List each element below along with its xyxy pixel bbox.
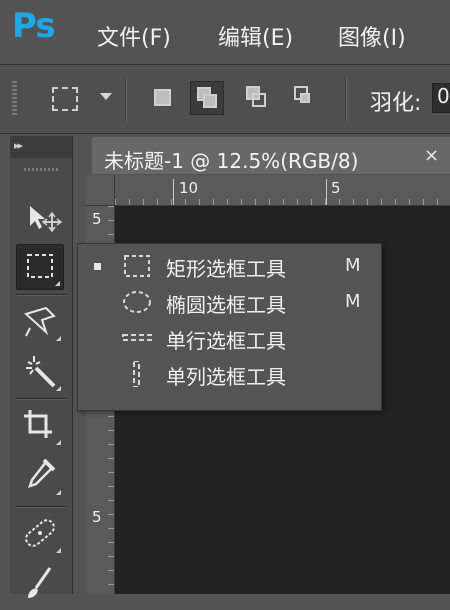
flyout-item-rectangular-marquee[interactable]: 矩形选框工具 M bbox=[78, 248, 381, 284]
intersect-selection-icon-front bbox=[300, 93, 310, 103]
menu-bar: Ps 文件(F) 编辑(E) 图像(I) bbox=[0, 0, 450, 65]
options-divider bbox=[125, 77, 126, 121]
subtract-from-selection-button[interactable] bbox=[240, 81, 274, 115]
tool-group-indicator bbox=[56, 490, 61, 495]
tools-panel-grip[interactable] bbox=[24, 168, 58, 171]
flyout-item-label: 单行选框工具 bbox=[166, 329, 286, 353]
lasso-tool[interactable] bbox=[16, 298, 64, 344]
options-divider bbox=[345, 77, 346, 121]
ruler-major-tick bbox=[326, 179, 327, 205]
tools-panel: ▸▸ bbox=[10, 136, 73, 598]
ruler-major-tick bbox=[173, 179, 174, 205]
flyout-item-label: 单列选框工具 bbox=[166, 365, 286, 389]
brush-icon bbox=[28, 567, 52, 598]
selected-indicator-icon bbox=[94, 263, 101, 270]
tool-group-indicator bbox=[55, 281, 60, 286]
magic-wand-tool[interactable] bbox=[16, 348, 64, 394]
flyout-item-single-column-marquee[interactable]: 单列选框工具 bbox=[78, 356, 381, 392]
intersect-selection-button[interactable] bbox=[288, 81, 322, 115]
photoshop-logo: Ps bbox=[12, 6, 56, 46]
document-tab[interactable]: 未标题-1 @ 12.5%(RGB/8) × bbox=[92, 137, 450, 174]
brush-tool[interactable] bbox=[16, 560, 64, 606]
menu-file[interactable]: 文件(F) bbox=[97, 20, 171, 52]
healing-brush-tool[interactable] bbox=[16, 510, 64, 556]
single-row-marquee-icon bbox=[122, 334, 152, 341]
tool-group-indicator bbox=[56, 548, 61, 553]
ruler-label: 5 bbox=[331, 179, 341, 197]
rect-marquee-icon bbox=[124, 255, 150, 277]
ruler-label: 5 bbox=[92, 210, 102, 228]
ruler-label: 10 bbox=[179, 179, 199, 197]
move-tool[interactable] bbox=[16, 194, 64, 240]
tool-group-indicator bbox=[56, 386, 61, 391]
subtract-selection-icon-front bbox=[252, 93, 266, 107]
tool-group-indicator bbox=[56, 336, 61, 341]
crop-tool[interactable] bbox=[16, 402, 64, 448]
toolbar-divider bbox=[16, 398, 66, 399]
options-bar-grip[interactable] bbox=[12, 81, 17, 117]
move-icon bbox=[30, 206, 63, 233]
marquee-tools-flyout: 矩形选框工具 M 椭圆选框工具 M 单行选框工具 单列选框工具 bbox=[77, 243, 382, 411]
collapse-panel-icon[interactable]: ▸▸ bbox=[14, 139, 23, 152]
ruler-origin[interactable] bbox=[86, 175, 115, 206]
eyedropper-tool[interactable] bbox=[16, 452, 64, 498]
add-to-selection-button[interactable] bbox=[190, 81, 224, 115]
flyout-item-shortcut: M bbox=[345, 255, 361, 276]
new-selection-icon bbox=[154, 89, 171, 106]
flyout-item-label: 矩形选框工具 bbox=[166, 257, 286, 281]
ellipse-marquee-icon bbox=[123, 291, 151, 313]
tool-preset-dropdown-arrow-icon[interactable] bbox=[100, 93, 112, 100]
tool-preset-marquee-icon[interactable] bbox=[52, 87, 78, 111]
feather-input[interactable]: 0 bbox=[432, 83, 450, 113]
flyout-item-elliptical-marquee[interactable]: 椭圆选框工具 M bbox=[78, 284, 381, 320]
tool-group-indicator bbox=[56, 440, 61, 445]
ruler-label: 5 bbox=[92, 508, 102, 526]
menu-image[interactable]: 图像(I) bbox=[338, 20, 406, 52]
new-selection-button[interactable] bbox=[146, 81, 180, 115]
document-title: 未标题-1 @ 12.5%(RGB/8) bbox=[104, 149, 359, 173]
tools-panel-header[interactable]: ▸▸ bbox=[10, 136, 72, 158]
close-document-icon[interactable]: × bbox=[424, 145, 439, 166]
single-column-marquee-icon bbox=[133, 361, 140, 387]
horizontal-ruler[interactable]: 10 5 bbox=[115, 175, 450, 206]
feather-label: 羽化: bbox=[370, 91, 422, 116]
menu-edit[interactable]: 编辑(E) bbox=[218, 20, 293, 52]
toolbar-divider bbox=[16, 506, 66, 507]
rectangular-marquee-tool[interactable] bbox=[16, 244, 64, 290]
flyout-item-label: 椭圆选框工具 bbox=[166, 293, 286, 317]
flyout-item-single-row-marquee[interactable]: 单行选框工具 bbox=[78, 320, 381, 356]
flyout-item-shortcut: M bbox=[345, 291, 361, 312]
add-selection-icon-front bbox=[203, 94, 217, 108]
toolbar-divider bbox=[16, 294, 66, 295]
options-bar: 羽化: 0 bbox=[0, 65, 450, 134]
